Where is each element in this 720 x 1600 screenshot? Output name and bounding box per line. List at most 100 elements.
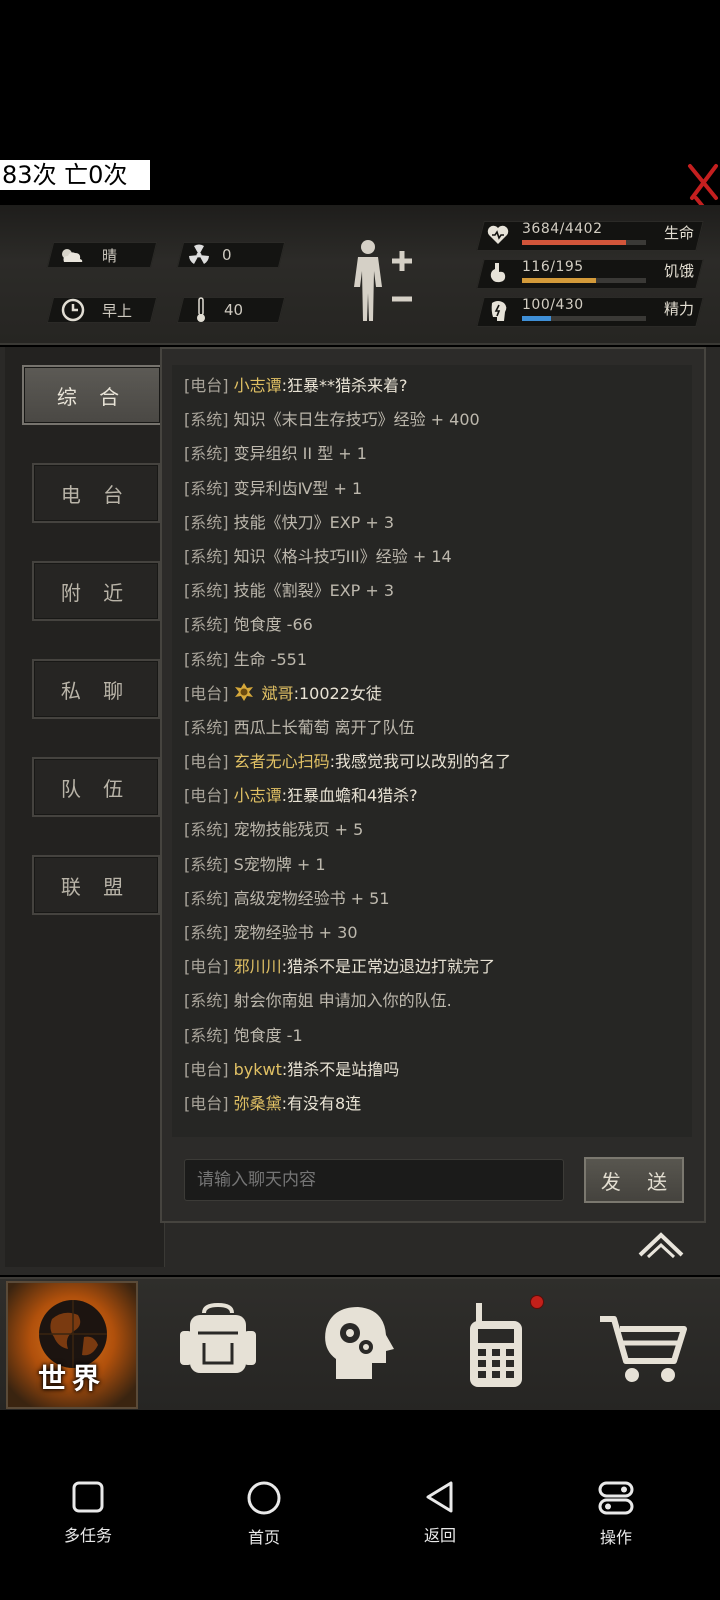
chat-message-channel-tag: [系统] xyxy=(184,991,229,1011)
sys-back-button[interactable]: 返回 xyxy=(380,1480,500,1546)
chat-message-text: 宠物经验书 + 30 xyxy=(233,923,358,942)
chat-message: [电台] 小志谭:狂暴**猎杀来着? xyxy=(172,369,692,403)
health-value: 3684/4402 xyxy=(522,221,603,237)
temperature-indicator: 40 xyxy=(188,297,243,323)
sys-home-label: 首页 xyxy=(247,1528,280,1547)
chat-message-channel-tag: [系统] xyxy=(184,444,229,464)
tab-radio[interactable]: 电 台 xyxy=(32,463,160,523)
collapse-chevron-up-icon[interactable] xyxy=(636,1227,686,1261)
chat-message-sender[interactable]: 邪川川 xyxy=(234,957,282,976)
chat-message-channel-tag: [系统] xyxy=(184,854,229,874)
tab-private[interactable]: 私 聊 xyxy=(32,659,160,719)
sys-multitask-label: 多任务 xyxy=(63,1526,112,1545)
game-bottom-nav: 世界 xyxy=(0,1277,720,1410)
weather-cloud-sun-icon xyxy=(58,242,84,268)
nav-world-label: 世界 xyxy=(37,1362,106,1395)
send-button[interactable]: 发 送 xyxy=(584,1157,684,1203)
chat-message: [系统] 宠物技能残页 + 5 xyxy=(172,813,692,847)
chat-message-channel-tag: [系统] xyxy=(184,512,229,532)
chat-message-channel-tag: [系统] xyxy=(184,888,229,908)
hunger-label: 饥饿 xyxy=(664,262,695,280)
energy-value: 100/430 xyxy=(522,297,584,313)
chat-message-sender[interactable]: 玄者无心扫码 xyxy=(234,752,330,771)
radio-walkie-icon xyxy=(470,1303,522,1387)
chat-message: [系统] 饱食度 -1 xyxy=(172,1019,692,1053)
chat-message: [系统] 西瓜上长葡萄 离开了队伍 xyxy=(172,711,692,745)
chat-message-text: 技能《快刀》EXP + 3 xyxy=(233,512,395,532)
hunger-stat: 116/195 饥饿 xyxy=(476,257,720,291)
chat-message-text: 饱食度 -1 xyxy=(233,1025,303,1045)
chat-message-channel-tag: [系统] xyxy=(184,546,229,566)
nav-shop-button[interactable] xyxy=(596,1299,696,1389)
chat-message-sender[interactable]: 斌哥 xyxy=(262,684,294,703)
chat-message-sender[interactable]: 小志谭 xyxy=(234,376,282,395)
chat-message-text: 变异利齿Ⅳ型 + 1 xyxy=(233,478,363,498)
energy-bar xyxy=(522,316,646,321)
chat-message-channel-tag: [系统] xyxy=(184,581,229,601)
sys-multitask-button[interactable]: 多任务 xyxy=(28,1480,148,1546)
chat-message: [电台] bykwt:猎杀不是站撸吗 xyxy=(172,1053,692,1087)
chat-message: [系统] 技能《快刀》EXP + 3 xyxy=(172,506,692,540)
hunger-bar xyxy=(522,278,646,283)
time-indicator: 早上 xyxy=(60,297,132,323)
chat-message-channel-tag: [电台] xyxy=(184,683,229,703)
tab-nearby[interactable]: 附 近 xyxy=(32,561,160,621)
radio-notification-dot xyxy=(530,1295,544,1309)
nav-world-button[interactable]: 世界 xyxy=(6,1281,138,1409)
chat-message: [系统] 变异组织 II 型 + 1 xyxy=(172,437,692,471)
backpack-icon xyxy=(180,1302,256,1373)
chat-message: [系统] 高级宠物经验书 + 51 xyxy=(172,882,692,916)
chat-message-channel-tag: [电台] xyxy=(184,1059,229,1079)
system-nav-bar: 多任务 首页 返回 操作 xyxy=(0,1410,720,1600)
chat-message-channel-tag: [系统] xyxy=(184,649,229,669)
chat-message-text: 高级宠物经验书 + 51 xyxy=(233,888,390,908)
sys-action-label: 操作 xyxy=(599,1528,632,1547)
thermometer-icon xyxy=(188,297,214,323)
chat-message: [电台] 邪川川:猎杀不是正常边退边打就完了 xyxy=(172,950,692,984)
nav-skills-button[interactable] xyxy=(306,1299,406,1389)
nav-backpack-button[interactable] xyxy=(168,1299,268,1389)
weather-indicator: 晴 xyxy=(58,242,117,268)
energy-stat: 100/430 精力 xyxy=(476,295,720,329)
sys-back-label: 返回 xyxy=(423,1526,456,1545)
chat-message-text: 饱食度 -66 xyxy=(233,615,313,635)
status-header: 晴 0 早上 40 3684/4402 生命 116/195 饥饿 100/43… xyxy=(0,205,720,345)
sys-home-button[interactable]: 首页 xyxy=(204,1480,324,1548)
clock-icon xyxy=(60,297,86,323)
chat-message-text: :狂暴血蟾和4猎杀? xyxy=(281,786,418,806)
chat-message-sender[interactable]: 小志谭 xyxy=(234,786,282,805)
sys-action-button[interactable]: 操作 xyxy=(556,1480,676,1548)
chat-message-channel-tag: [系统] xyxy=(184,410,229,430)
chat-message-text: 生命 -551 xyxy=(233,649,307,669)
chat-message-sender[interactable]: bykwt xyxy=(234,1060,282,1079)
nav-radio-button[interactable] xyxy=(446,1299,546,1389)
tab-alliance[interactable]: 联 盟 xyxy=(32,855,160,915)
chat-message-text: 技能《割裂》EXP + 3 xyxy=(233,581,395,601)
chat-input[interactable] xyxy=(184,1159,564,1201)
chat-message: [系统] 技能《割裂》EXP + 3 xyxy=(172,574,692,608)
chat-message-text: S宠物牌 + 1 xyxy=(233,854,326,874)
skills-head-icon xyxy=(325,1307,394,1379)
chat-message-list[interactable]: [电台] 小志谭:狂暴**猎杀来着? [系统] 知识《末日生存技巧》经验 + 40… xyxy=(172,365,692,1137)
action-toggle-icon xyxy=(598,1481,634,1515)
hunger-value: 116/195 xyxy=(522,259,584,275)
chat-message: [系统] 知识《格斗技巧III》经验 + 14 xyxy=(172,540,692,574)
player-badge-icon xyxy=(234,682,253,701)
energy-label: 精力 xyxy=(664,300,695,318)
tab-team[interactable]: 队 伍 xyxy=(32,757,160,817)
chat-message: [电台] 弥桑黛:有没有8连 xyxy=(172,1087,692,1121)
chat-message-sender[interactable]: 弥桑黛 xyxy=(234,1094,282,1113)
chat-message-channel-tag: [系统] xyxy=(184,820,229,840)
tab-general[interactable]: 综 合 xyxy=(22,365,162,425)
chat-message-channel-tag: [系统] xyxy=(184,1025,229,1045)
chat-screen: 综 合 电 台 附 近 私 聊 队 伍 联 盟 [电台] 小志谭:狂暴**猎杀来… xyxy=(0,347,720,1275)
character-body-icon[interactable] xyxy=(348,237,438,327)
chat-message-text: 知识《格斗技巧III》经验 + 14 xyxy=(233,546,452,566)
multitask-square-icon xyxy=(72,1481,104,1513)
chat-message-text: 变异组织 II 型 + 1 xyxy=(233,444,367,464)
chat-message-channel-tag: [电台] xyxy=(184,752,229,772)
chat-message-text: :10022女徒 xyxy=(293,683,382,703)
chat-message-text: :狂暴**猎杀来着? xyxy=(281,376,408,395)
chat-message: [系统] 知识《末日生存技巧》经验 + 400 xyxy=(172,403,692,437)
heart-icon xyxy=(487,225,509,244)
